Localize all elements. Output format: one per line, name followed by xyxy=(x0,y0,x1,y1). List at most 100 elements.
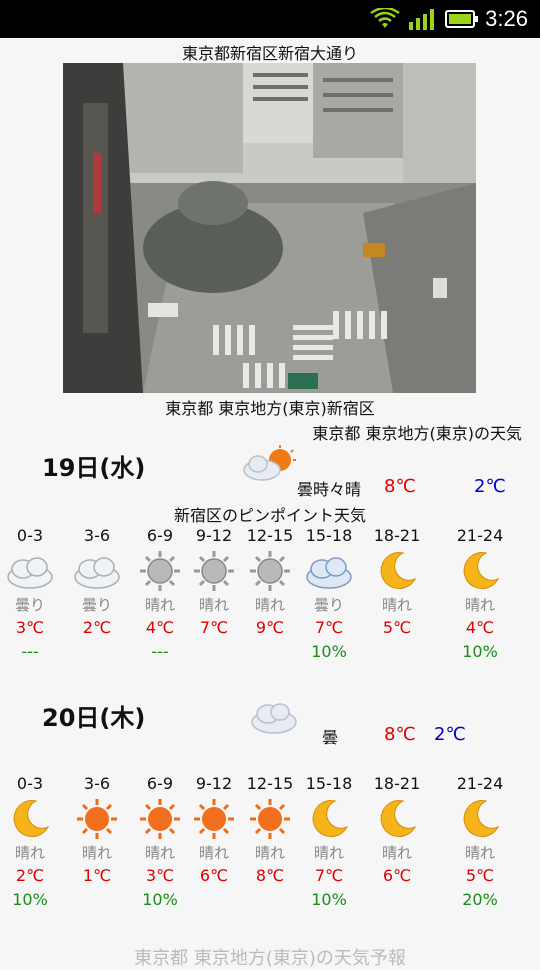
forecast-slot: 15-18 曇り 7℃ 10% xyxy=(301,526,357,666)
slot-temp: 5℃ xyxy=(382,618,412,637)
slot-hour: 0-3 xyxy=(16,526,44,545)
slot-condition: 晴れ xyxy=(313,844,344,862)
slot-hour: 18-21 xyxy=(373,526,421,545)
slot-hour: 12-15 xyxy=(246,526,294,545)
live-camera-image[interactable] xyxy=(63,63,476,393)
slot-hour: 18-21 xyxy=(373,774,421,793)
slot-temp: 9℃ xyxy=(255,618,285,637)
gray-sun-icon xyxy=(132,548,188,594)
slot-temp: 6℃ xyxy=(382,866,412,885)
day-date: 19日(水) xyxy=(42,454,146,482)
low-temp: 2℃ xyxy=(434,724,466,745)
location-title: 東京都新宿区新宿大通り xyxy=(181,44,358,63)
moon-icon xyxy=(301,796,357,842)
slot-hour: 15-18 xyxy=(305,526,353,545)
day-forecast-1: 19日(水) 曇時々晴 8℃ 2℃ 新宿区のピンポイント天気 0-3 曇り 3℃ --… xyxy=(0,440,540,680)
pinpoint-title: 新宿区のピンポイント天気 xyxy=(173,506,366,525)
slot-hour: 6-9 xyxy=(146,774,174,793)
cloud-sun-icon xyxy=(240,444,296,484)
slot-condition: 晴れ xyxy=(464,596,495,614)
forecast-footer-link[interactable]: 東京都 東京地方(東京)の天気予報 xyxy=(0,944,540,970)
sun-icon xyxy=(186,796,242,842)
day-summary: 曇時々晴 xyxy=(297,480,362,499)
slot-temp: 4℃ xyxy=(465,618,495,637)
forecast-slot: 12-15 晴れ 9℃ xyxy=(242,526,298,666)
sun-icon xyxy=(242,796,298,842)
forecast-slot: 9-12 晴れ 7℃ xyxy=(186,526,242,666)
slot-condition: 晴れ xyxy=(144,596,175,614)
cloud-icon xyxy=(69,548,125,594)
high-temp: 8℃ xyxy=(384,476,416,497)
slot-temp: 2℃ xyxy=(15,866,45,885)
slot-temp: 7℃ xyxy=(314,866,344,885)
slot-rain-chance: 10% xyxy=(142,890,178,909)
slot-rain-chance xyxy=(369,890,425,914)
moon-icon xyxy=(369,796,425,842)
slot-rain-chance xyxy=(69,890,125,914)
slot-hour: 15-18 xyxy=(305,774,353,793)
slot-condition: 晴れ xyxy=(81,844,112,862)
forecast-slot: 3-6 曇り 2℃ xyxy=(69,526,125,666)
slot-hour: 21-24 xyxy=(456,774,504,793)
moon-icon xyxy=(452,548,508,594)
slot-temp: 7℃ xyxy=(199,618,229,637)
forecast-slot: 21-24 晴れ 5℃ 20% xyxy=(452,774,508,914)
moon-icon xyxy=(452,796,508,842)
slot-rain-chance xyxy=(186,890,242,914)
slot-rain-chance: 10% xyxy=(311,642,347,661)
slot-condition: 晴れ xyxy=(198,596,229,614)
slot-temp: 4℃ xyxy=(145,618,175,637)
forecast-slot: 9-12 晴れ 6℃ xyxy=(186,774,242,914)
slot-hour: 21-24 xyxy=(456,526,504,545)
status-bar: 3:26 xyxy=(0,0,540,38)
slot-condition: 曇り xyxy=(81,596,112,614)
low-temp: 2℃ xyxy=(474,476,506,497)
slot-rain-chance xyxy=(369,642,425,666)
slot-rain-chance: --- xyxy=(151,642,169,661)
slot-temp: 8℃ xyxy=(255,866,285,885)
forecast-slot: 3-6 晴れ 1℃ xyxy=(69,774,125,914)
slot-hour: 3-6 xyxy=(83,526,111,545)
slot-rain-chance: 10% xyxy=(311,890,347,909)
sun-icon xyxy=(132,796,188,842)
slot-hour: 6-9 xyxy=(146,526,174,545)
slot-condition: 晴れ xyxy=(381,596,412,614)
forecast-slot: 0-3 晴れ 2℃ 10% xyxy=(2,774,58,914)
camera-caption: 東京都 東京地方(東京)新宿区 xyxy=(165,399,375,418)
slot-rain-chance xyxy=(242,890,298,914)
slot-condition: 晴れ xyxy=(381,844,412,862)
slot-temp: 2℃ xyxy=(82,618,112,637)
slot-hour: 12-15 xyxy=(246,774,294,793)
moon-icon xyxy=(2,796,58,842)
forecast-slot: 6-9 晴れ 3℃ 10% xyxy=(132,774,188,914)
slot-condition: 晴れ xyxy=(198,844,229,862)
slot-condition: 曇り xyxy=(313,596,344,614)
slot-rain-chance: 10% xyxy=(12,890,48,909)
forecast-slot: 6-9 晴れ 4℃ --- xyxy=(132,526,188,666)
forecast-slot: 18-21 晴れ 5℃ xyxy=(369,526,425,666)
slot-condition: 晴れ xyxy=(254,844,285,862)
slot-rain-chance xyxy=(69,642,125,666)
forecast-slot: 15-18 晴れ 7℃ 10% xyxy=(301,774,357,914)
slot-hour: 3-6 xyxy=(83,774,111,793)
slot-condition: 晴れ xyxy=(144,844,175,862)
day-date: 20日(木) xyxy=(42,704,146,732)
slot-condition: 晴れ xyxy=(464,844,495,862)
high-temp: 8℃ xyxy=(384,724,416,745)
slot-rain-chance xyxy=(242,642,298,666)
gray-sun-icon xyxy=(186,548,242,594)
slot-temp: 3℃ xyxy=(15,618,45,637)
day-forecast-2: 20日(木) 曇 8℃ 2℃ 0-3 晴れ 2℃ 10% 3-6 晴れ 1℃ 6-9 晴れ 3℃ 1… xyxy=(0,690,540,930)
forecast-slot: 18-21 晴れ 6℃ xyxy=(369,774,425,914)
slot-temp: 6℃ xyxy=(199,866,229,885)
slot-condition: 晴れ xyxy=(254,596,285,614)
slot-condition: 晴れ xyxy=(14,844,45,862)
slot-hour: 0-3 xyxy=(16,774,44,793)
slot-temp: 1℃ xyxy=(82,866,112,885)
slot-condition: 曇り xyxy=(14,596,45,614)
forecast-slot: 0-3 曇り 3℃ --- xyxy=(2,526,58,666)
slot-rain-chance xyxy=(186,642,242,666)
clock: 3:26 xyxy=(485,6,528,31)
forecast-slot: 12-15 晴れ 8℃ xyxy=(242,774,298,914)
day-summary: 曇 xyxy=(322,728,339,747)
